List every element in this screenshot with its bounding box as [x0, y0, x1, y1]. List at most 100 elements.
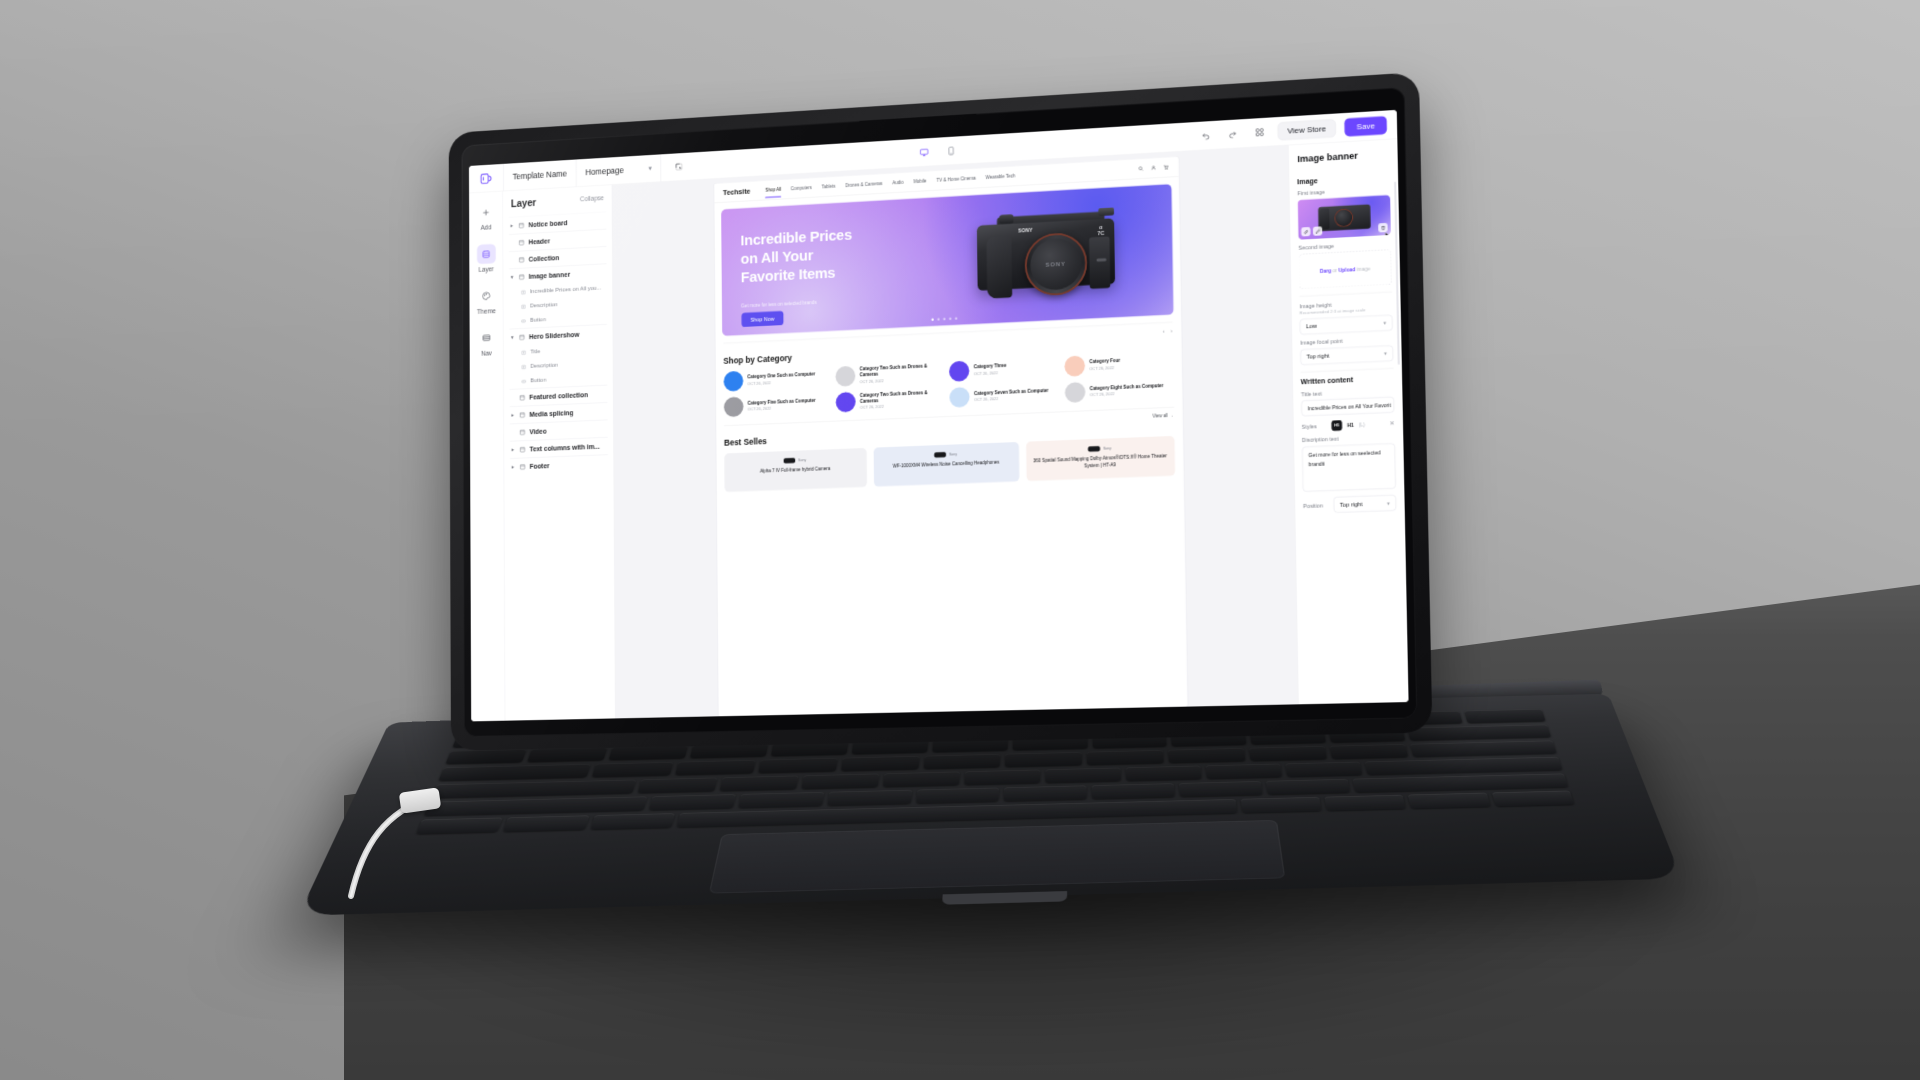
mobile-icon[interactable]	[943, 142, 960, 159]
shop-now-button[interactable]: Shop Now	[741, 310, 784, 328]
site-nav-item[interactable]: TV & Home Cinema	[936, 168, 976, 190]
remove-style-icon[interactable]: ✕	[1389, 420, 1394, 427]
save-button[interactable]: Save	[1344, 115, 1388, 137]
layer-item-label: Incredible Prices on All you...	[529, 285, 602, 296]
product-brand: Sony	[1088, 445, 1111, 452]
desktop-icon[interactable]	[916, 144, 933, 161]
carousel-dot[interactable]	[954, 317, 958, 320]
upload-link[interactable]: Upload	[1338, 266, 1355, 272]
product-card[interactable]: Sony 360 Spatial Sound Mapping Dolby Atmo…	[1025, 435, 1175, 482]
key	[1285, 761, 1363, 778]
focal-point-select[interactable]: Top right ▾	[1300, 345, 1394, 366]
key	[589, 813, 675, 830]
camera-hotshoe	[1097, 207, 1114, 217]
category-thumbnail	[723, 370, 743, 392]
drag-label: Darg	[1319, 267, 1332, 274]
plus-icon	[477, 202, 496, 222]
search-icon[interactable]	[1138, 163, 1144, 174]
category-card[interactable]: Category Four OCT 26, 2022	[1064, 351, 1173, 377]
chevron-right-icon[interactable]: ▸	[510, 413, 516, 418]
page-select-value: Homepage	[585, 165, 624, 178]
site-nav-item[interactable]: Drones & Cameras	[845, 174, 882, 196]
rail-item-layer[interactable]: Layer	[473, 243, 499, 275]
carousel-dot[interactable]	[936, 318, 940, 321]
category-card[interactable]: Category Three OCT 26, 2022	[948, 357, 1056, 382]
layer-panel: Layer Collapse ▸ Notice board ▸ Header ▸ Coll…	[503, 184, 616, 721]
site-nav-item[interactable]: Shop All	[765, 179, 781, 200]
mouse-cursor-icon	[1385, 232, 1391, 240]
position-label: Position	[1303, 502, 1324, 509]
hero-subtitle: Get more for less on selected brands	[741, 299, 817, 309]
toolbar-divider	[575, 159, 577, 187]
styles-name: H1	[1347, 421, 1354, 429]
category-thumbnail	[835, 391, 856, 413]
rail-item-nav[interactable]: Nav	[474, 327, 500, 357]
category-thumbnail	[1064, 355, 1085, 377]
product-name: Alpha 7 IV Full-frame hybrid Camera	[759, 465, 831, 474]
carousel-dot[interactable]	[931, 318, 934, 321]
properties-title: Image banner	[1297, 150, 1358, 164]
carousel-next-icon[interactable]: ›	[1171, 327, 1173, 333]
first-image-thumbnail[interactable]	[1297, 194, 1391, 240]
site-nav-item[interactable]: Wearable Tech	[986, 166, 1016, 188]
title-text-label: Title text	[1301, 390, 1323, 398]
chevron-down-icon[interactable]: ▾	[509, 335, 515, 340]
product-card[interactable]: Sony Alpha 7 IV Full-frame hybrid Camera	[724, 447, 867, 493]
layer-tree-group[interactable]: ▸ Footer	[510, 454, 608, 476]
site-nav-item[interactable]: Audio	[892, 172, 903, 193]
chevron-down-icon: ▾	[1387, 499, 1390, 506]
layer-item-label: Footer	[529, 462, 550, 471]
site-nav-item[interactable]: Tablets	[822, 176, 836, 197]
collapse-button[interactable]: Collapse	[580, 195, 604, 203]
rail-item-theme[interactable]: Theme	[474, 285, 500, 316]
key	[445, 748, 527, 765]
site-nav-item[interactable]: Computers	[791, 178, 812, 199]
carousel-prev-icon[interactable]: ‹	[1163, 328, 1165, 334]
category-thumbnail	[948, 360, 970, 382]
carousel-dot[interactable]	[942, 317, 946, 321]
cursor-select-icon[interactable]	[670, 158, 687, 176]
image-height-select[interactable]: Low ▾	[1299, 314, 1393, 335]
category-date: OCT 26, 2022	[747, 381, 771, 387]
product-brand: Sony	[783, 457, 806, 464]
edit-icon[interactable]	[1312, 226, 1323, 236]
redo-icon[interactable]	[1224, 124, 1243, 143]
key	[527, 746, 608, 763]
brand-logo-icon	[934, 451, 947, 458]
carousel-dot[interactable]	[948, 317, 952, 321]
view-store-button[interactable]: View Store	[1277, 118, 1337, 141]
position-select[interactable]: Top right ▾	[1333, 494, 1397, 513]
camera-lens-text: SONY	[1045, 260, 1066, 269]
key	[675, 759, 756, 776]
product-card[interactable]: Sony WF-1000XM4 Wireless Noise Cancelling…	[873, 441, 1020, 487]
hero-carousel-dots[interactable]	[931, 317, 958, 321]
category-card[interactable]: Category Two Such as Drones & Cameras OCT…	[835, 362, 941, 387]
focal-point-value: Top right	[1306, 352, 1330, 361]
page-select[interactable]: Homepage ▾	[585, 164, 651, 177]
title-text-input[interactable]: Incredible Prices on All Your Favorit	[1301, 396, 1395, 417]
hero-image-banner[interactable]: Incredible Prices on All Your Favorite I…	[720, 183, 1174, 337]
chevron-down-icon[interactable]: ▾	[509, 275, 515, 280]
description-textarea[interactable]: Get more for less on seelected brandti	[1302, 443, 1396, 492]
brand-logo-icon[interactable]	[478, 169, 495, 187]
key	[648, 794, 736, 811]
layer-panel-title: Layer	[510, 196, 537, 210]
chevron-right-icon[interactable]: ▸	[510, 447, 516, 452]
chevron-right-icon[interactable]: ▸	[509, 223, 515, 228]
layer-item-label: Image banner	[528, 271, 571, 281]
hero-title: Incredible Prices on All Your Favorite I…	[740, 226, 853, 287]
category-card[interactable]: Category One Such as Computer OCT 26, 202…	[723, 367, 827, 392]
site-nav-item[interactable]: Mobile	[913, 171, 926, 192]
rail-item-add[interactable]: Add	[473, 202, 498, 233]
account-icon[interactable]	[1150, 162, 1156, 173]
chevron-right-icon[interactable]: ▸	[510, 465, 516, 470]
category-info: Category Two Such as Drones & Cameras OCT…	[860, 389, 941, 411]
trackpad[interactable]	[708, 820, 1286, 894]
cart-icon[interactable]	[1163, 162, 1169, 173]
second-image-upload-dropzone[interactable]: Darg or Upload image	[1298, 249, 1392, 290]
view-all-link[interactable]: View all →	[1152, 412, 1174, 418]
grid-icon[interactable]	[1250, 123, 1269, 142]
undo-icon[interactable]	[1197, 126, 1216, 145]
link-icon[interactable]	[1301, 226, 1311, 237]
key	[503, 815, 589, 833]
